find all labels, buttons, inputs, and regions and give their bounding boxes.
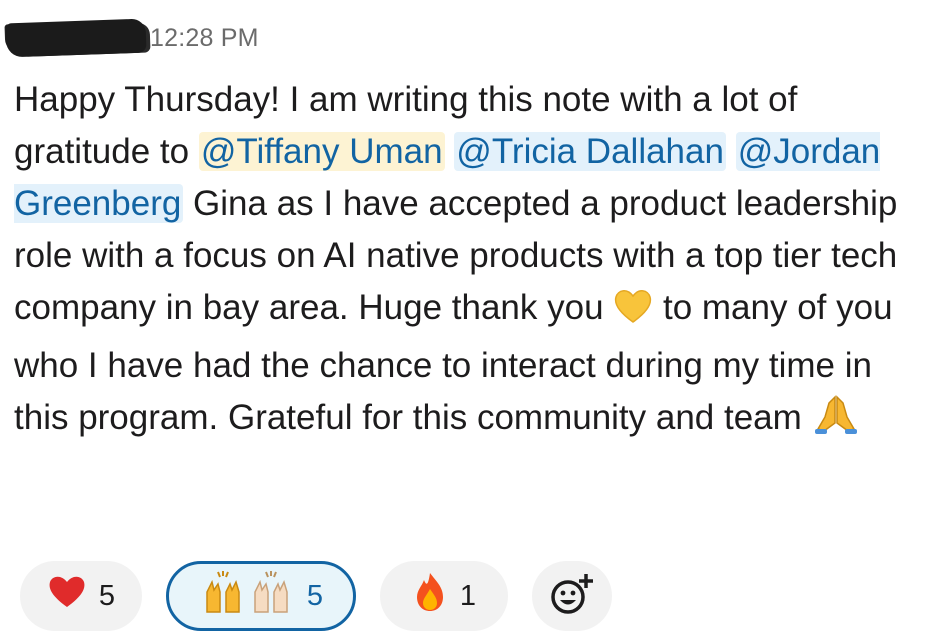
mention-tiffany-uman[interactable]: @Tiffany Uman	[198, 132, 445, 171]
fire-icon	[412, 571, 448, 621]
reactions-bar: 5 5 1	[20, 556, 612, 636]
red-heart-icon	[47, 574, 87, 618]
raised-hands-light-icon	[247, 570, 295, 622]
redacted-author-name	[5, 18, 147, 58]
reaction-red-heart[interactable]: 5	[20, 561, 142, 631]
message-body: Happy Thursday! I am writing this note w…	[14, 74, 934, 450]
reaction-raised-hands[interactable]: 5	[166, 561, 356, 631]
add-reaction-icon	[548, 571, 596, 622]
message-timestamp[interactable]: 12:28 PM	[150, 24, 259, 53]
message-header: 12:28 PM	[0, 14, 259, 62]
reaction-count: 5	[98, 579, 116, 612]
mention-tricia-dallahan[interactable]: @Tricia Dallahan	[454, 132, 726, 171]
reaction-count: 5	[306, 579, 324, 612]
raised-hands-icon	[199, 570, 247, 622]
slack-message: 12:28 PM Happy Thursday! I am writing th…	[0, 0, 942, 638]
reaction-count: 1	[459, 579, 477, 612]
add-reaction-button[interactable]	[532, 561, 612, 631]
folded-hands-icon	[812, 393, 860, 450]
yellow-heart-icon	[613, 287, 653, 340]
reaction-fire[interactable]: 1	[380, 561, 508, 631]
